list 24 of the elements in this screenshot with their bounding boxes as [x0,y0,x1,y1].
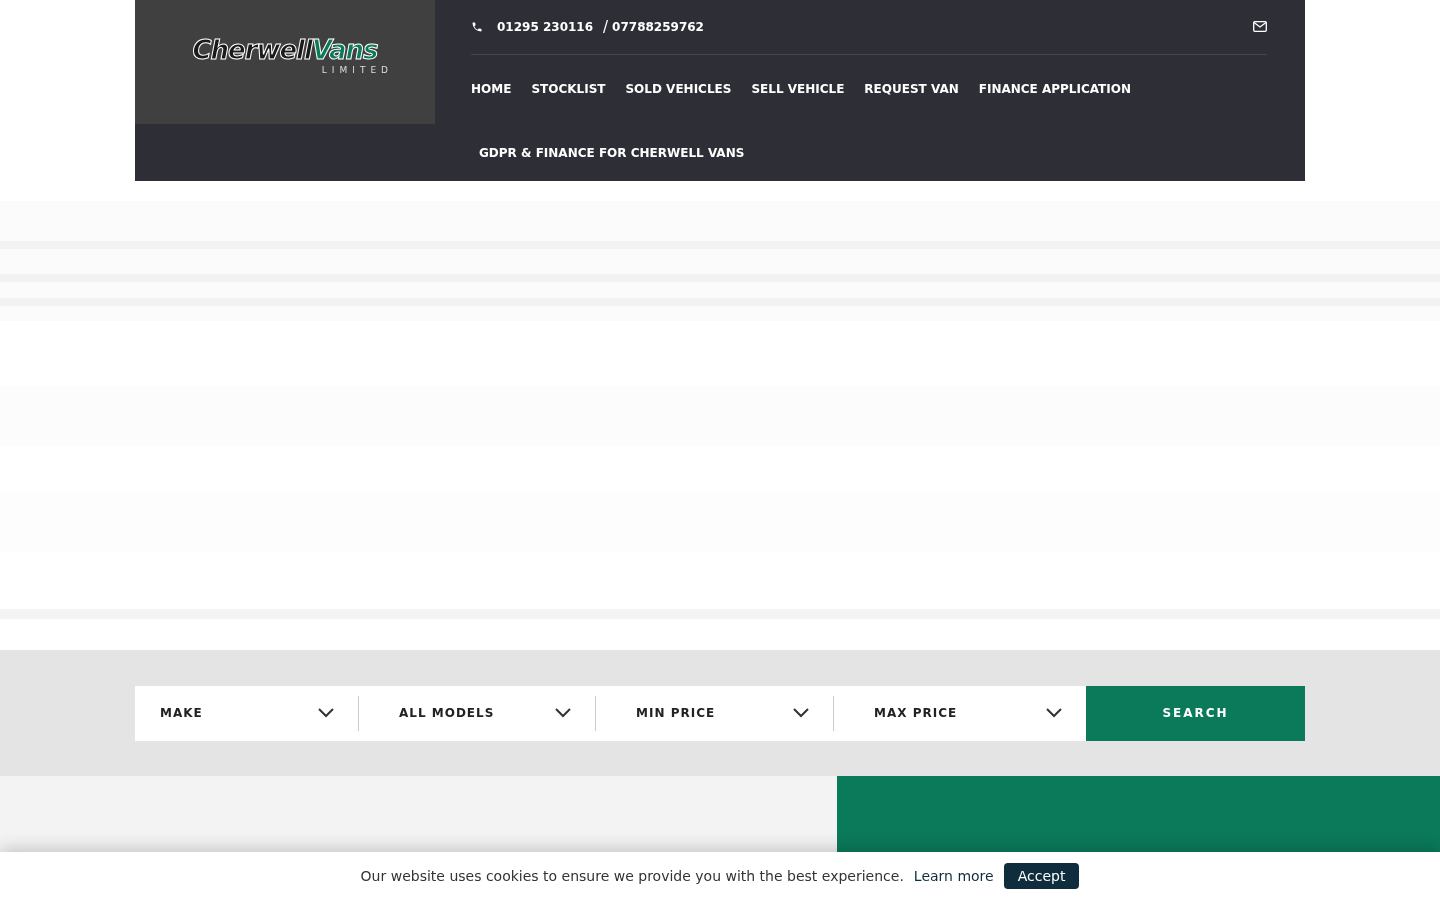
envelope-icon[interactable] [1253,21,1267,33]
chevron-down-icon [793,708,809,718]
mobile-number[interactable]: 07788259762 [612,19,704,34]
chevron-down-icon [318,708,334,718]
chevron-down-icon [555,708,571,718]
separator: / [603,17,609,36]
nav-link[interactable]: STOCKLIST [531,82,606,97]
nav-link[interactable]: GDPR & FINANCE FOR CHERWELL VANS [479,145,745,160]
nav-link[interactable]: SOLD VEHICLES [625,82,732,97]
nav-link[interactable]: HOME [471,82,512,97]
phone-number[interactable]: 01295 230116 [497,19,594,34]
select-dropdown[interactable]: MIN PRICE [595,695,833,731]
chevron-down-icon [1046,708,1062,718]
cookie-message: Our website uses cookies to ensure we provide you with the best experience. [360,868,904,884]
learn-more-link[interactable]: Learn more [913,868,994,884]
nav-link[interactable]: REQUEST VAN [864,82,959,97]
phone-icon [471,20,483,33]
logo[interactable]: CherwellVans LIMITED [135,0,435,124]
accept-button[interactable]: Accept [1003,863,1080,889]
nav-link[interactable]: FINANCE APPLICATION [978,82,1131,97]
select-dropdown[interactable]: ALL MODELS [358,695,595,731]
nav-link[interactable]: SELL VEHICLE [751,82,845,97]
search-button[interactable]: SEARCH [1086,685,1305,741]
select-dropdown[interactable]: MAKE [135,695,358,731]
